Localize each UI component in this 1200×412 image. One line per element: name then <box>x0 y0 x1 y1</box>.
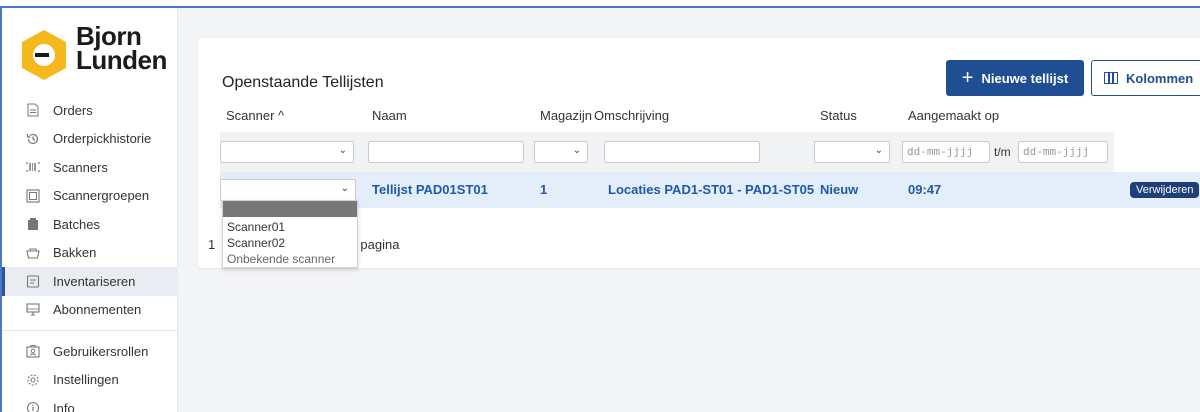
delete-button[interactable]: Verwijderen <box>1130 182 1200 198</box>
date-to-input[interactable]: dd-mm-jjjj <box>1018 141 1108 163</box>
columns-label: Kolommen <box>1126 70 1194 86</box>
user-roles-icon <box>26 344 40 358</box>
sidebar-item-label: Bakken <box>53 245 97 261</box>
scanner-group-icon <box>26 189 40 203</box>
column-header-aangemaakt[interactable]: Aangemaakt op <box>908 108 999 123</box>
dropdown-option-unknown[interactable]: Onbekende scanner <box>227 252 335 266</box>
row-aangemaakt: 09:47 <box>908 182 942 197</box>
column-header-status[interactable]: Status <box>820 108 857 123</box>
scanner-filter-select[interactable]: ⌄ <box>220 141 354 163</box>
sidebar-item-label: Info <box>53 400 75 412</box>
page-title: Openstaande Tellijsten <box>222 74 384 91</box>
date-range-separator: t/m <box>994 145 1011 159</box>
date-from-input[interactable]: dd-mm-jjjj <box>902 141 990 163</box>
dropdown-empty-option[interactable] <box>223 201 357 217</box>
history-icon <box>26 132 40 146</box>
row-naam-link[interactable]: Tellijst PAD01ST01 <box>372 182 488 197</box>
sidebar-item-scanners[interactable]: Scanners <box>2 153 178 182</box>
batch-icon <box>26 217 40 231</box>
new-tellijst-button[interactable]: + Nieuwe tellijst <box>946 60 1084 96</box>
sidebar-item-label: Gebruikersrollen <box>53 343 149 359</box>
sidebar-item-bakken[interactable]: Bakken <box>2 239 178 268</box>
column-header-naam[interactable]: Naam <box>372 108 407 123</box>
row-magazijn: 1 <box>540 182 548 197</box>
table-row[interactable]: ⌄ Tellijst PAD01ST01 1 Locaties PAD1-ST0… <box>220 172 1200 208</box>
sidebar-nav: Orders Orderpickhistorie Scanners Scanne… <box>2 96 178 412</box>
column-header-magazijn[interactable]: Magazijn <box>540 108 592 123</box>
naam-filter-input[interactable] <box>368 141 524 163</box>
row-status: Nieuw <box>820 182 859 197</box>
monitor-icon <box>26 303 40 317</box>
brand-name: Bjorn Lunden <box>76 23 167 75</box>
sidebar-item-abonnementen[interactable]: Abonnementen <box>2 296 178 325</box>
info-icon <box>26 401 40 412</box>
sidebar-item-label: Orders <box>53 102 93 118</box>
columns-icon <box>1104 72 1118 84</box>
sidebar-item-info[interactable]: Info <box>2 394 178 412</box>
filter-row: ⌄ ⌄ ⌄ dd-mm-jjjj t/m dd-mm-jjjj <box>220 132 1114 172</box>
sidebar-item-inventariseren[interactable]: Inventariseren <box>2 267 178 296</box>
sidebar-item-orders[interactable]: Orders <box>2 96 178 125</box>
new-tellijst-label: Nieuwe tellijst <box>981 70 1069 86</box>
chevron-down-icon: ⌄ <box>340 183 349 194</box>
barcode-icon <box>26 160 40 174</box>
dropdown-option-scanner02[interactable]: Scanner02 <box>227 236 285 250</box>
chevron-down-icon: ⌄ <box>874 145 883 156</box>
column-header-omschrijving[interactable]: Omschrijving <box>594 108 669 123</box>
chevron-down-icon: ⌄ <box>572 145 581 156</box>
row-scanner-select[interactable]: ⌄ <box>220 179 356 201</box>
brand-logo[interactable]: Bjorn Lunden <box>20 22 180 84</box>
bin-icon <box>26 246 40 260</box>
clipboard-icon <box>26 274 40 288</box>
sidebar-item-label: Instellingen <box>53 372 119 388</box>
chevron-down-icon: ⌄ <box>338 145 347 156</box>
scanner-dropdown-menu: Scanner01 Scanner02 Onbekende scanner <box>222 200 358 268</box>
brand-line2: Lunden <box>76 45 167 75</box>
sidebar: Bjorn Lunden Orders Orderpickhistorie Sc… <box>2 8 178 412</box>
sidebar-item-instellingen[interactable]: Instellingen <box>2 366 178 395</box>
columns-button[interactable]: Kolommen <box>1091 60 1200 96</box>
plus-icon: + <box>961 67 974 89</box>
sidebar-item-label: Batches <box>53 216 100 232</box>
sidebar-divider <box>2 330 178 331</box>
magazijn-filter-select[interactable]: ⌄ <box>534 141 588 163</box>
sidebar-item-batches[interactable]: Batches <box>2 210 178 239</box>
row-omschrijving: Locaties PAD1-ST01 - PAD1-ST05 <box>608 182 815 197</box>
gear-icon <box>26 373 40 387</box>
sidebar-item-orderpickhistorie[interactable]: Orderpickhistorie <box>2 125 178 154</box>
sidebar-item-label: Inventariseren <box>53 273 136 289</box>
sidebar-item-scannergroepen[interactable]: Scannergroepen <box>2 182 178 211</box>
sidebar-item-label: Abonnementen <box>53 302 142 318</box>
column-header-scanner[interactable]: Scanner ^ <box>226 108 284 123</box>
dropdown-option-scanner01[interactable]: Scanner01 <box>227 220 285 234</box>
sidebar-item-gebruikersrollen[interactable]: Gebruikersrollen <box>2 337 178 366</box>
omschrijving-filter-input[interactable] <box>604 141 760 163</box>
status-filter-select[interactable]: ⌄ <box>814 141 890 163</box>
logo-mark-icon <box>22 30 66 80</box>
document-icon <box>26 103 40 117</box>
sidebar-item-label: Scannergroepen <box>53 188 150 204</box>
sidebar-item-label: Scanners <box>53 159 108 175</box>
page-size-value[interactable]: 1 <box>208 237 215 252</box>
sidebar-item-label: Orderpickhistorie <box>53 131 152 147</box>
